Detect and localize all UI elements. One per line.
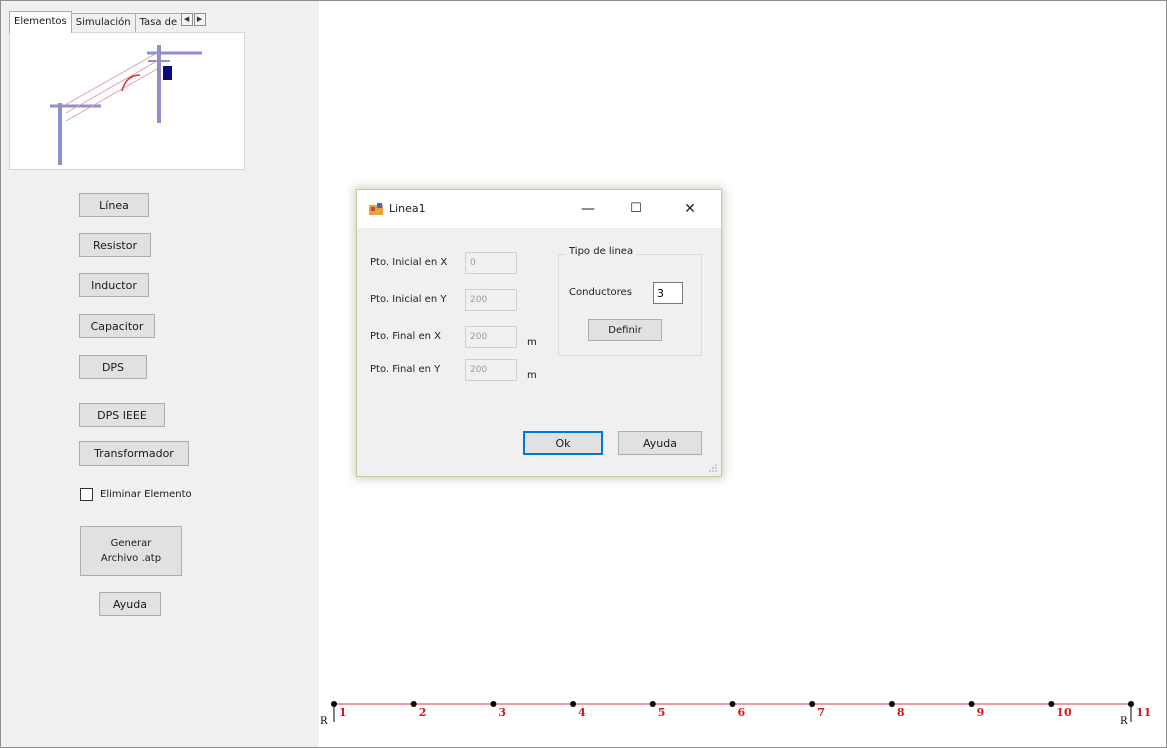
- line-node-label: 7: [817, 706, 825, 719]
- line-properties-dialog: Linea1 — ☐ ✕ Pto. Inicial en X Pto. Inic…: [356, 189, 722, 477]
- conductors-label: Conductores: [569, 287, 632, 298]
- line-node-label: 9: [976, 706, 985, 719]
- dialog-title: Linea1: [389, 202, 426, 215]
- end-ground-marker: R: [1120, 716, 1128, 727]
- define-button[interactable]: Definir: [588, 319, 662, 341]
- end-y-label: Pto. Final en Y: [370, 364, 441, 375]
- line-node-label: 5: [657, 706, 666, 719]
- delete-element-checkbox[interactable]: [80, 488, 93, 501]
- start-x-input[interactable]: [465, 252, 517, 274]
- minimize-icon[interactable]: —: [573, 198, 603, 220]
- line-node-label: 8: [896, 706, 905, 719]
- capacitor-button[interactable]: Capacitor: [79, 314, 155, 338]
- dialog-help-button[interactable]: Ayuda: [618, 431, 702, 455]
- close-icon[interactable]: ✕: [675, 198, 705, 220]
- end-x-unit: m: [527, 337, 537, 348]
- generate-atp-button[interactable]: Generar Archivo .atp: [80, 526, 182, 576]
- line-node-label: 2: [418, 706, 427, 719]
- dialog-titlebar[interactable]: Linea1 — ☐ ✕: [357, 190, 721, 228]
- app-icon: [369, 203, 383, 215]
- arrow-right-icon[interactable]: ▶: [193, 13, 206, 26]
- start-y-input[interactable]: [465, 289, 517, 311]
- resistor-button[interactable]: Resistor: [79, 233, 151, 257]
- line-node-label: 6: [737, 706, 746, 719]
- line-type-group-title: Tipo de linea: [566, 246, 637, 257]
- end-y-unit: m: [527, 370, 537, 381]
- tab-tasa-de-fallas[interactable]: Tasa de fallas: [134, 13, 181, 33]
- line-node-label: 4: [578, 706, 586, 719]
- line-node-label: 3: [498, 706, 507, 719]
- delete-element-label: Eliminar Elemento: [100, 489, 192, 500]
- start-ground-marker: R: [320, 716, 328, 727]
- ok-button[interactable]: Ok: [523, 431, 603, 455]
- dps-ieee-button[interactable]: DPS IEEE: [79, 403, 165, 427]
- maximize-icon[interactable]: ☐: [621, 198, 651, 220]
- line-button[interactable]: Línea: [79, 193, 149, 217]
- end-y-input[interactable]: [465, 359, 517, 381]
- line-node-label: 1: [339, 706, 347, 719]
- inductor-button[interactable]: Inductor: [79, 273, 149, 297]
- tab-elementos[interactable]: Elementos: [9, 11, 72, 33]
- element-preview: [9, 32, 245, 170]
- tab-simulacion[interactable]: Simulación: [70, 13, 136, 33]
- transmission-line-preview-icon: [50, 45, 202, 165]
- arrow-left-icon[interactable]: ◀: [180, 13, 193, 26]
- end-x-label: Pto. Final en X: [370, 331, 441, 342]
- line-node-label: 10: [1056, 706, 1072, 719]
- toolbox-panel: Elementos Simulación Tasa de fallas ◀ ▶ …: [1, 1, 319, 747]
- start-y-label: Pto. Inicial en Y: [370, 294, 447, 305]
- start-x-label: Pto. Inicial en X: [370, 257, 448, 268]
- end-x-input[interactable]: [465, 326, 517, 348]
- delete-element-row[interactable]: Eliminar Elemento: [80, 488, 192, 501]
- dps-button[interactable]: DPS: [79, 355, 147, 379]
- help-button[interactable]: Ayuda: [99, 592, 161, 616]
- line-node-label: 11: [1136, 706, 1152, 719]
- conductors-input[interactable]: [653, 282, 683, 304]
- transformer-button[interactable]: Transformador: [79, 441, 189, 466]
- resize-grip-icon[interactable]: [708, 463, 718, 473]
- tab-strip: Elementos Simulación Tasa de fallas ◀ ▶: [9, 11, 206, 33]
